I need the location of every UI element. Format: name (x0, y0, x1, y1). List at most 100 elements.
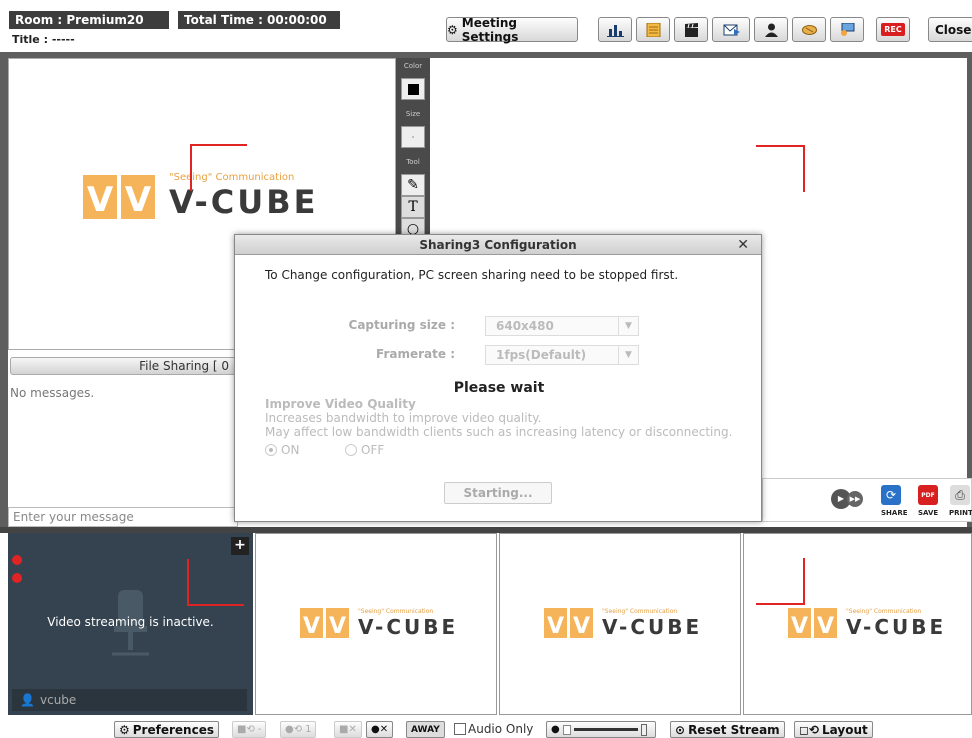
refresh-icon: ⟳ (885, 488, 897, 502)
chat-input-placeholder: Enter your message (13, 510, 134, 524)
right-border (967, 58, 972, 528)
share-button[interactable]: ⟳ (881, 485, 901, 505)
starting-button[interactable]: Starting... (444, 482, 552, 504)
color-swatch-icon (407, 83, 419, 95)
radio-on[interactable]: ON (265, 443, 299, 457)
logo-tagline: "Seeing" Communication (846, 607, 922, 615)
preferences-button[interactable]: ⚙ Preferences (114, 721, 219, 738)
chat-messages: No messages. (8, 382, 236, 502)
layout-icon: ◻⟲ (799, 722, 820, 737)
away-button[interactable]: AWAY (406, 721, 445, 738)
volume-slider[interactable]: ● (546, 721, 656, 738)
dialog-header: Sharing3 Configuration ✕ (235, 235, 761, 255)
svg-text:V: V (303, 614, 320, 639)
radio-unselected-icon (345, 444, 357, 456)
bar-chart-icon (606, 24, 624, 37)
pencil-tool[interactable]: ✎ (401, 174, 425, 196)
preferences-label: Preferences (132, 722, 214, 737)
reset-stream-button[interactable]: ⊙ Reset Stream (670, 721, 785, 738)
notes-button[interactable] (636, 17, 670, 42)
video-tile: VV "Seeing" Communication V-CUBE (255, 533, 497, 715)
ivq-title: Improve Video Quality (265, 397, 416, 411)
camera-mute-icon: ■✕ (339, 724, 357, 735)
mic-off-icon (12, 555, 22, 565)
save-pdf-button[interactable]: PDF (918, 485, 938, 505)
close-button[interactable]: Close (928, 17, 972, 42)
ivq-line1: Increases bandwidth to improve video qua… (265, 411, 542, 425)
audio-only-label: Audio Only (468, 722, 534, 736)
logo-brand: V-CUBE (602, 614, 703, 639)
logo-brand: V-CUBE (358, 614, 459, 639)
camera-level-button[interactable]: ■⟲ - (232, 721, 267, 738)
svg-text:V: V (547, 614, 564, 639)
self-username: vcube (40, 693, 77, 707)
record-button[interactable]: REC (876, 17, 910, 42)
mic-mute-button[interactable]: ●✕ (366, 721, 394, 738)
slider-handle[interactable] (640, 723, 647, 736)
close-label: Close (935, 22, 972, 37)
color-picker[interactable] (401, 78, 425, 100)
reset-stream-label: Reset Stream (688, 722, 780, 737)
presenter-button[interactable] (830, 17, 864, 42)
reset-icon: ⊙ (675, 722, 686, 737)
mic-mute-icon: ●✕ (371, 724, 389, 735)
focus-corner-marker (190, 144, 247, 191)
radio-off-label: OFF (361, 443, 385, 457)
save-label: SAVE (918, 509, 939, 517)
camera-mute-button[interactable]: ■✕ (334, 721, 362, 738)
clapper-button[interactable] (674, 17, 708, 42)
text-tool-icon: T (408, 199, 418, 215)
focus-corner-marker (187, 559, 244, 606)
please-wait-text: Please wait (453, 380, 545, 396)
pdf-icon: PDF (921, 491, 935, 499)
text-tool[interactable]: T (401, 196, 425, 218)
radio-on-label: ON (281, 443, 300, 457)
chart-button[interactable] (598, 17, 632, 42)
total-time-label: Total Time : 00:00:00 (178, 11, 340, 29)
size-picker[interactable]: · (401, 126, 425, 148)
mail-send-icon (723, 24, 740, 35)
next-icon[interactable]: ▶▶ (847, 491, 863, 507)
chat-input[interactable]: Enter your message (8, 507, 238, 527)
mic-level-button[interactable]: ●⟲ 1 (280, 721, 317, 738)
add-video-button[interactable]: + (231, 537, 249, 555)
handshake-icon (801, 24, 817, 35)
vcube-logo: VV "Seeing" Communication V-CUBE (788, 606, 946, 640)
layout-button[interactable]: ◻⟲ Layout (794, 721, 873, 738)
logo-brand: V-CUBE (846, 614, 947, 639)
handshake-button[interactable] (792, 17, 826, 42)
vcube-logo-icon: VV (544, 608, 593, 639)
print-button[interactable]: ⎙ (950, 485, 970, 505)
self-video-tile: + Video streaming is inactive. 👤 vcube (8, 533, 253, 715)
layout-label: Layout (822, 722, 868, 737)
camera-level-label: - (257, 724, 262, 735)
file-sharing-tab[interactable]: File Sharing [ 0 (10, 357, 240, 375)
file-sharing-label: File Sharing [ 0 (139, 359, 229, 373)
logo-tagline: "Seeing" Communication (602, 607, 678, 615)
meeting-settings-button[interactable]: ⚙ Meeting Settings (446, 15, 578, 44)
notes-icon (646, 22, 660, 37)
away-label: AWAY (411, 724, 440, 735)
framerate-select[interactable]: 1fps(Default) ▼ (485, 345, 639, 365)
audio-only-checkbox[interactable] (454, 723, 466, 735)
pencil-icon: ✎ (407, 177, 419, 193)
mic-icon: ●⟲ (285, 724, 303, 735)
participants-button[interactable] (754, 17, 788, 42)
radio-off[interactable]: OFF (345, 443, 384, 457)
svg-text:V: V (817, 614, 834, 639)
vcube-logo-icon: VV (788, 608, 837, 639)
dialog-close-button[interactable]: ✕ (737, 235, 749, 255)
user-icon (764, 23, 778, 37)
vcube-logo-icon: VV (300, 608, 349, 639)
invite-button[interactable] (712, 17, 750, 42)
logo-tagline: "Seeing" Communication (358, 607, 434, 615)
meeting-settings-label: Meeting Settings (461, 15, 519, 44)
chat-empty-text: No messages. (10, 386, 95, 400)
focus-corner-marker (756, 145, 805, 192)
share-label: SHARE (881, 509, 908, 517)
framerate-label: Framerate : (376, 347, 455, 361)
capturing-size-value: 640x480 (496, 319, 554, 333)
capturing-size-select[interactable]: 640x480 ▼ (485, 316, 639, 336)
ivq-line2: May affect low bandwidth clients such as… (265, 425, 733, 439)
user-icon: 👤 (20, 693, 35, 707)
